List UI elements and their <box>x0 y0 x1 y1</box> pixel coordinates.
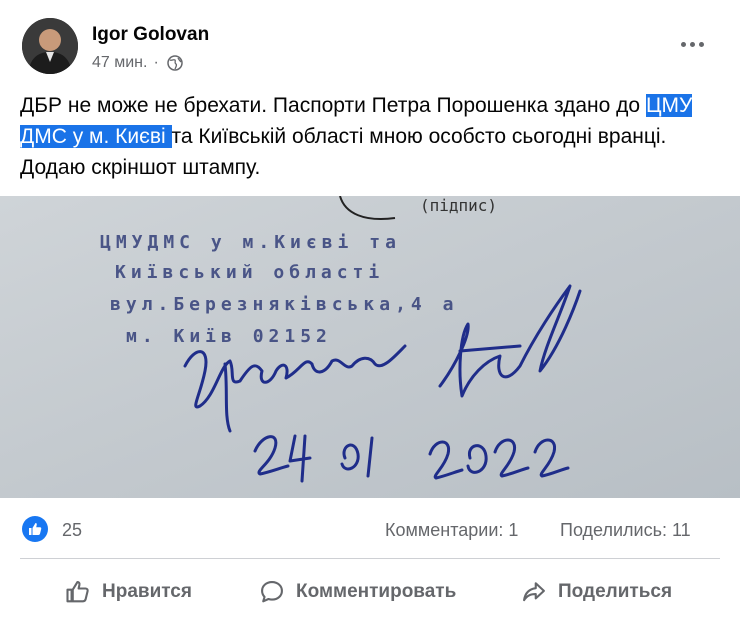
handwritten-signature <box>183 284 582 483</box>
more-options-icon[interactable] <box>674 30 710 58</box>
shares-count[interactable]: Поделились: 11 <box>560 520 691 541</box>
comment-button[interactable]: Комментировать <box>258 568 456 616</box>
like-icon <box>66 581 89 603</box>
post-card: Igor Golovan 47 мин. · ДБР не може не бр… <box>0 0 740 620</box>
author-name[interactable]: Igor Golovan <box>92 24 209 46</box>
author-avatar[interactable] <box>22 18 78 74</box>
like-count[interactable]: 25 <box>62 520 82 541</box>
post-text: ДБР не може не брехати. Паспорти Петра П… <box>20 90 720 183</box>
thumbs-up-icon[interactable] <box>22 516 48 542</box>
meta-separator: · <box>153 54 159 71</box>
share-button[interactable]: Поделиться <box>520 568 672 616</box>
post-text-part: ДБР не може не брехати. Паспорти Петра П… <box>20 94 646 117</box>
share-icon <box>523 582 545 602</box>
like-button-label: Нравится <box>102 581 192 602</box>
comment-button-label: Комментировать <box>296 581 457 602</box>
post-image[interactable]: (підпис) ЦМУДМС у м.Києві та Київський о… <box>0 196 740 498</box>
globe-icon[interactable] <box>167 55 183 71</box>
post-time[interactable]: 47 мин. <box>92 54 147 72</box>
like-button[interactable]: Нравится <box>64 568 192 616</box>
post-meta: 47 мин. · <box>92 54 183 72</box>
share-button-label: Поделиться <box>558 581 673 602</box>
comment-icon <box>261 581 283 603</box>
comments-count[interactable]: Комментарии: 1 <box>385 520 518 541</box>
divider <box>20 558 720 559</box>
